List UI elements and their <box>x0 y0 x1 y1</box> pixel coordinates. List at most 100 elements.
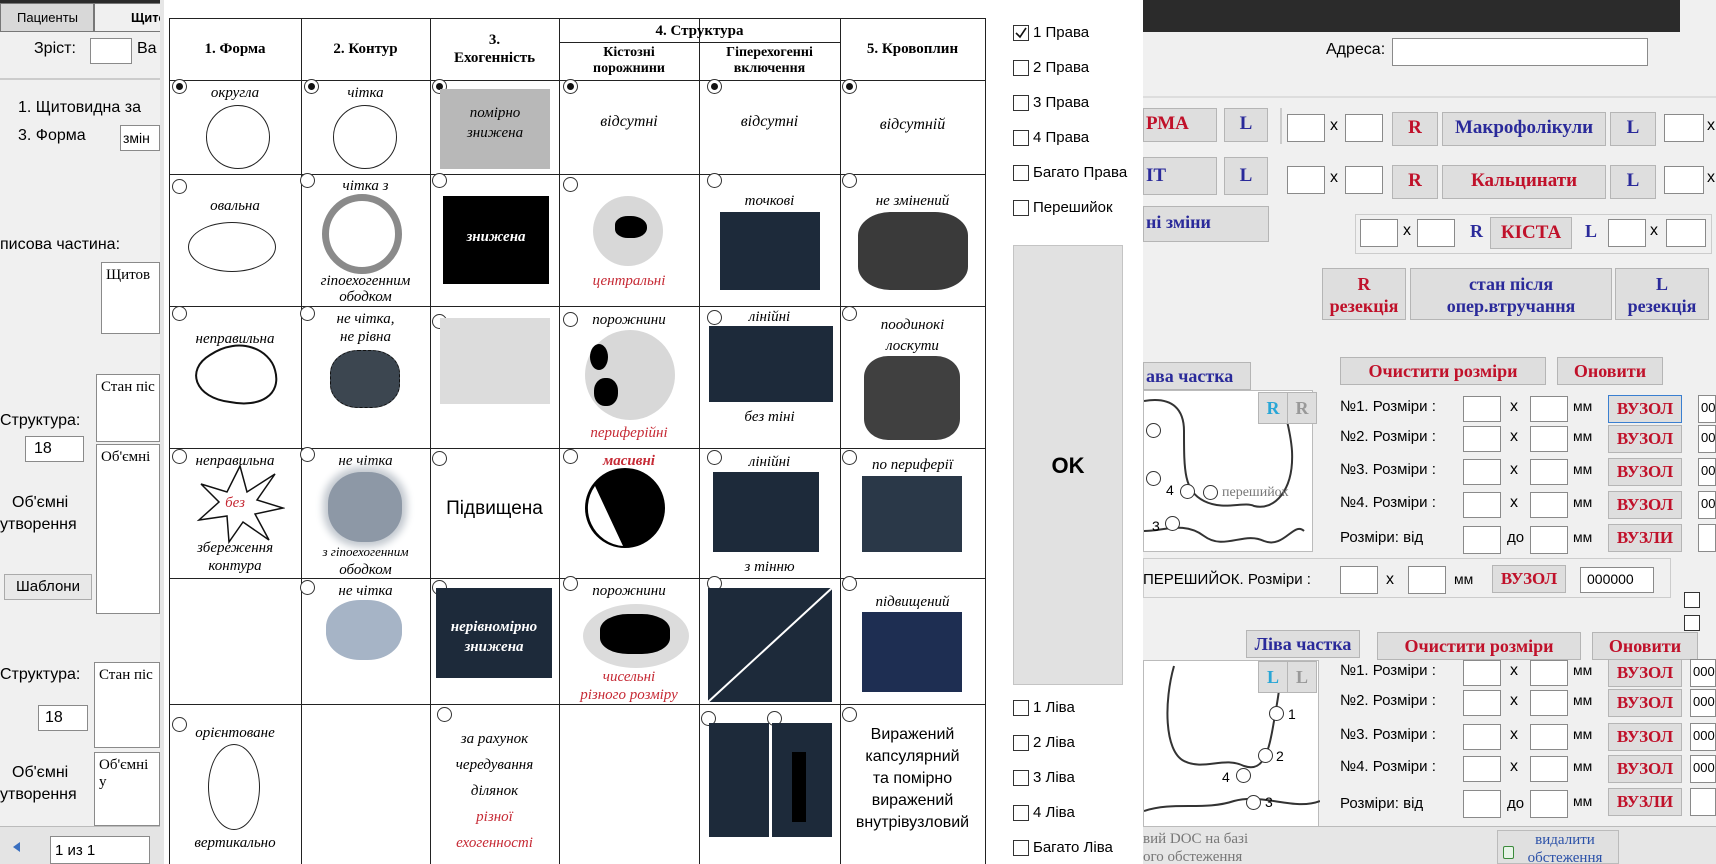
code-input[interactable] <box>1690 788 1716 816</box>
isthmus-node-button[interactable]: ВУЗОЛ <box>1492 565 1566 593</box>
size-from-input[interactable] <box>1463 526 1501 554</box>
option-radio[interactable] <box>842 173 857 188</box>
tab-thyroid[interactable]: Щито <box>94 3 166 32</box>
right-lobe-button[interactable]: ава частка <box>1143 362 1251 390</box>
option-radio[interactable] <box>432 451 447 466</box>
macrofollicles-button[interactable]: Макрофолікули <box>1442 112 1606 146</box>
post-op-state-button[interactable]: стан після опер.втручання <box>1410 268 1612 320</box>
ok-button[interactable]: OK <box>1013 245 1123 685</box>
map-l-toggle-2[interactable]: L <box>1287 661 1317 693</box>
option-radio[interactable] <box>437 707 452 722</box>
option-radio[interactable] <box>842 576 857 591</box>
nodes-left-button[interactable]: ВУЗЛИ <box>1608 788 1682 816</box>
size-input[interactable] <box>1345 114 1383 142</box>
node-code[interactable]: 00 <box>1698 491 1716 519</box>
checkbox-right-3[interactable] <box>1013 95 1029 111</box>
side-checkbox[interactable] <box>1684 615 1700 631</box>
node-size-input[interactable] <box>1463 756 1501 782</box>
option-radio[interactable] <box>842 707 857 722</box>
node-size-input[interactable] <box>1530 492 1568 518</box>
cyst-size-input[interactable] <box>1360 219 1398 247</box>
node-size-input[interactable] <box>1530 426 1568 452</box>
option-radio[interactable] <box>842 79 857 94</box>
l-resection-button[interactable]: Lрезекція <box>1615 268 1709 320</box>
checkbox-right-6[interactable] <box>1013 200 1029 216</box>
map-node-radio[interactable] <box>1180 484 1195 499</box>
option-radio[interactable] <box>172 179 187 194</box>
node-size-input[interactable] <box>1463 690 1501 716</box>
size-to-input[interactable] <box>1530 790 1568 818</box>
side-checkbox[interactable] <box>1684 592 1700 608</box>
option-radio[interactable] <box>707 173 722 188</box>
form-select[interactable]: змін <box>120 125 160 151</box>
volume2-text[interactable]: Об'ємні у <box>94 752 160 826</box>
node-size-input[interactable] <box>1463 426 1501 452</box>
size-input[interactable] <box>1287 114 1325 142</box>
rma-button[interactable]: РМА <box>1143 108 1217 142</box>
map-node-radio[interactable] <box>1236 768 1251 783</box>
isthmus-code[interactable]: 000000 <box>1580 567 1654 593</box>
node-size-input[interactable] <box>1530 690 1568 716</box>
l-button-calc[interactable]: L <box>1610 165 1656 199</box>
node-size-input[interactable] <box>1530 724 1568 750</box>
checkbox-right-4[interactable] <box>1013 130 1029 146</box>
option-radio[interactable] <box>563 177 578 192</box>
map-node-radio[interactable] <box>1269 706 1284 721</box>
node-button[interactable]: ВУЗОЛ <box>1608 458 1682 486</box>
checkbox-left-2[interactable] <box>1013 735 1029 751</box>
refresh-right-button[interactable]: Оновити <box>1557 357 1663 385</box>
l-button-macro[interactable]: L <box>1610 112 1656 146</box>
size-input[interactable] <box>1287 166 1325 194</box>
node-size-input[interactable] <box>1463 660 1501 686</box>
cyst-size-input[interactable] <box>1666 219 1706 247</box>
node-size-input[interactable] <box>1463 492 1501 518</box>
node-code[interactable]: 000 <box>1690 659 1716 687</box>
node-code[interactable]: 000 <box>1690 755 1716 783</box>
node-size-input[interactable] <box>1530 660 1568 686</box>
r-button-calc[interactable]: R <box>1392 165 1438 199</box>
node-code[interactable]: 000 <box>1690 689 1716 717</box>
volume-text[interactable]: Об'ємні <box>96 444 160 614</box>
node-code[interactable]: 00 <box>1698 458 1716 486</box>
checkbox-left-1[interactable] <box>1013 700 1029 716</box>
node-size-input[interactable] <box>1530 756 1568 782</box>
cyst-size-input[interactable] <box>1608 219 1646 247</box>
node-size-input[interactable] <box>1530 396 1568 422</box>
node-button[interactable]: ВУЗОЛ <box>1608 425 1682 453</box>
left-lobe-button[interactable]: Ліва частка <box>1246 630 1360 658</box>
r-resection-button[interactable]: Rрезекція <box>1322 268 1406 320</box>
map-node-radio[interactable] <box>1203 485 1218 500</box>
state2-text[interactable]: Стан піс <box>94 662 160 748</box>
size-input[interactable] <box>1345 166 1383 194</box>
structure2-input[interactable]: 18 <box>38 705 88 731</box>
isthmus-size-input[interactable] <box>1408 566 1446 594</box>
cyst-button[interactable]: КІСТА <box>1490 217 1572 249</box>
node-button[interactable]: ВУЗОЛ <box>1608 689 1682 717</box>
l-button-1[interactable]: L <box>1224 108 1268 142</box>
record-counter[interactable]: 1 из 1 <box>50 836 150 864</box>
changes-button[interactable]: ні зміни <box>1143 206 1269 242</box>
map-l-toggle[interactable]: L <box>1258 661 1288 693</box>
checkbox-left-5[interactable] <box>1013 840 1029 856</box>
option-radio[interactable] <box>563 79 578 94</box>
node-size-input[interactable] <box>1530 459 1568 485</box>
node-button[interactable]: ВУЗОЛ <box>1608 659 1682 687</box>
node-size-input[interactable] <box>1463 459 1501 485</box>
checkbox-right-5[interactable] <box>1013 165 1029 181</box>
map-node-radio[interactable] <box>1165 516 1180 531</box>
map-r-toggle[interactable]: R <box>1258 392 1288 424</box>
map-node-radio[interactable] <box>1258 748 1273 763</box>
size-from-input[interactable] <box>1463 790 1501 818</box>
checkbox-left-4[interactable] <box>1013 805 1029 821</box>
isthmus-size-input[interactable] <box>1340 566 1378 594</box>
generate-doc-button[interactable]: вий DOC на базі ого обстеження <box>1143 830 1271 864</box>
node-button[interactable]: ВУЗОЛ <box>1608 723 1682 751</box>
map-r-toggle-2[interactable]: R <box>1287 392 1317 424</box>
option-radio[interactable] <box>172 306 187 321</box>
descriptive-text[interactable]: Щитов <box>101 262 160 334</box>
r-button-macro[interactable]: R <box>1392 112 1438 146</box>
checkbox-right-2[interactable] <box>1013 60 1029 76</box>
calcifications-button[interactable]: Кальцинати <box>1442 165 1606 199</box>
checkbox-right-1[interactable] <box>1013 25 1029 41</box>
node-size-input[interactable] <box>1463 396 1501 422</box>
